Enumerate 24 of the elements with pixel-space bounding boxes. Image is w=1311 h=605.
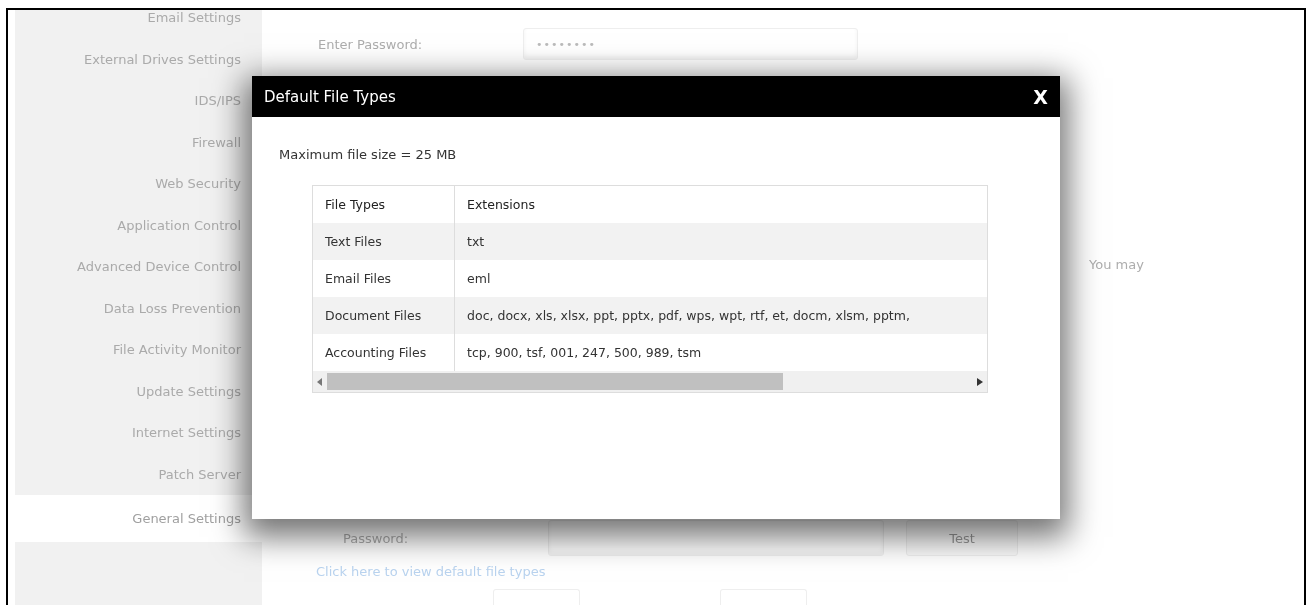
table-cell: Text Files: [313, 223, 455, 260]
field-label: Password:: [343, 530, 410, 546]
help-text: You may: [1089, 257, 1145, 272]
table-cell: Document Files: [313, 297, 455, 334]
close-button[interactable]: X: [1033, 85, 1048, 108]
field-label: Enter Password:: [318, 36, 424, 52]
default-file-types-link[interactable]: Click here to view default file types: [316, 564, 546, 579]
sidebar-item[interactable]: External Drives Settings: [15, 38, 262, 80]
table-cell: txt: [454, 223, 987, 260]
sidebar-item[interactable]: General Settings: [15, 495, 262, 542]
sidebar-item[interactable]: Email Settings: [15, 10, 262, 39]
column-header: Extensions: [454, 186, 987, 223]
scroll-right-icon[interactable]: [977, 377, 983, 386]
table-cell: eml: [454, 260, 987, 297]
max-file-size-text: Maximum file size = 25 MB: [279, 147, 458, 162]
horizontal-scrollbar[interactable]: [313, 371, 987, 392]
password-field[interactable]: [548, 520, 884, 556]
table-cell: doc, docx, xls, xlsx, ppt, pptx, pdf, wps, wpt, rtf, et, docm, xlsm, pptm,: [454, 297, 987, 334]
scrollbar-thumb[interactable]: [327, 373, 783, 390]
test-button[interactable]: Test: [906, 520, 1018, 556]
password-field[interactable]: ••••••••: [523, 28, 858, 60]
table-cell: tcp, 900, tsf, 001, 247, 500, 989, tsm: [454, 334, 987, 371]
dialog-title: Default File Types: [264, 87, 396, 106]
scroll-left-icon[interactable]: [317, 377, 323, 386]
